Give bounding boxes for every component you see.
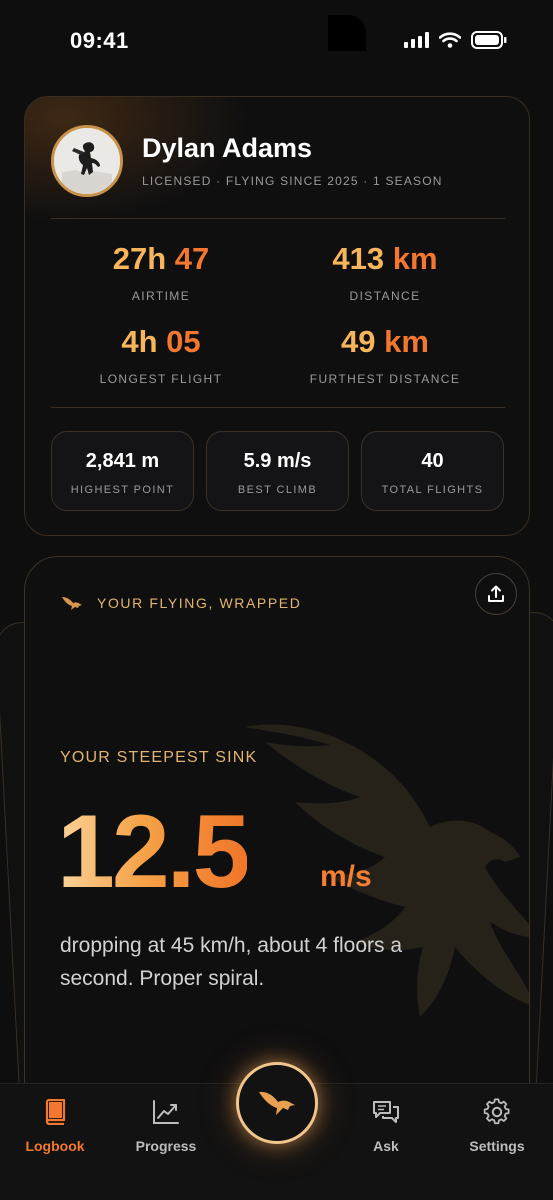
stat-value: 413 — [332, 241, 385, 276]
stat-unit: 05 — [166, 324, 201, 359]
mini-stat-value: 40 — [421, 450, 444, 472]
status-bar: 09:41 — [0, 0, 553, 80]
status-time: 09:41 — [70, 28, 129, 53]
tab-settings[interactable]: Settings — [447, 1098, 547, 1154]
sink-title: YOUR STEEPEST SINK — [60, 749, 258, 766]
record-flight-button[interactable] — [236, 1062, 318, 1144]
stat-unit: km — [384, 324, 429, 359]
avatar[interactable] — [51, 125, 123, 197]
book-icon — [45, 1099, 66, 1125]
mini-stat-label: BEST CLIMB — [237, 484, 318, 496]
user-name: Dylan Adams — [142, 133, 313, 163]
tab-progress[interactable]: Progress — [116, 1098, 216, 1154]
cellular-signal-icon — [404, 32, 429, 48]
tab-label: Ask — [373, 1138, 399, 1154]
stat-unit: km — [392, 241, 438, 276]
tab-label: Settings — [469, 1138, 525, 1154]
divider — [51, 218, 505, 219]
share-icon — [488, 585, 504, 602]
camera-cutout — [328, 15, 366, 51]
stat-label: LONGEST FLIGHT — [99, 372, 223, 386]
tab-label: Progress — [135, 1138, 197, 1154]
sink-description: dropping at 45 km/h, about 4 floors a se… — [60, 934, 403, 990]
stat-label: FURTHEST DISTANCE — [309, 372, 461, 386]
stat-label: DISTANCE — [349, 289, 421, 303]
chart-icon — [153, 1100, 179, 1124]
mini-stat-total-flights: 40 TOTAL FLIGHTS — [361, 431, 504, 511]
stat-furthest-distance: 49 km FURTHEST DISTANCE — [275, 324, 495, 386]
stat-airtime: 27h 47 AIRTIME — [51, 241, 271, 303]
sink-value: 12.5 — [57, 794, 250, 910]
stat-label: AIRTIME — [131, 289, 191, 303]
stat-value: 49 — [341, 324, 376, 359]
stat-value: 27h — [112, 241, 167, 276]
bird-icon — [259, 1091, 295, 1115]
stat-longest-flight: 4h 05 LONGEST FLIGHT — [51, 324, 271, 386]
share-button[interactable] — [475, 573, 517, 615]
mini-stat-value: 5.9 m/s — [243, 450, 312, 472]
wifi-icon — [439, 32, 461, 48]
mini-stat-label: HIGHEST POINT — [70, 484, 175, 496]
gear-icon — [483, 1098, 510, 1125]
stat-value: 4h — [121, 324, 158, 359]
tab-logbook[interactable]: Logbook — [5, 1098, 105, 1154]
mini-stat-label: TOTAL FLIGHTS — [381, 484, 484, 496]
stat-distance: 413 km DISTANCE — [275, 241, 495, 303]
pilot-photo — [54, 128, 120, 194]
mini-stat-value: 2,841 m — [85, 450, 160, 472]
stat-unit: 47 — [174, 241, 210, 276]
divider — [51, 407, 505, 408]
bird-icon — [62, 597, 82, 610]
profile-card: Dylan Adams LICENSED · FLYING SINCE 2025… — [24, 96, 530, 536]
sink-unit: m/s — [320, 860, 372, 893]
tab-label: Logbook — [25, 1138, 85, 1154]
battery-icon — [471, 31, 507, 49]
user-subtitle: LICENSED · FLYING SINCE 2025 · 1 SEASON — [142, 174, 443, 188]
mini-stat-best-climb: 5.9 m/s BEST CLIMB — [206, 431, 349, 511]
wrapped-header: YOUR FLYING, WRAPPED — [97, 595, 302, 611]
mini-stat-highest-point: 2,841 m HIGHEST POINT — [51, 431, 194, 511]
status-icons — [404, 31, 507, 49]
tab-ask[interactable]: Ask — [336, 1098, 436, 1154]
chat-icon — [373, 1101, 399, 1123]
